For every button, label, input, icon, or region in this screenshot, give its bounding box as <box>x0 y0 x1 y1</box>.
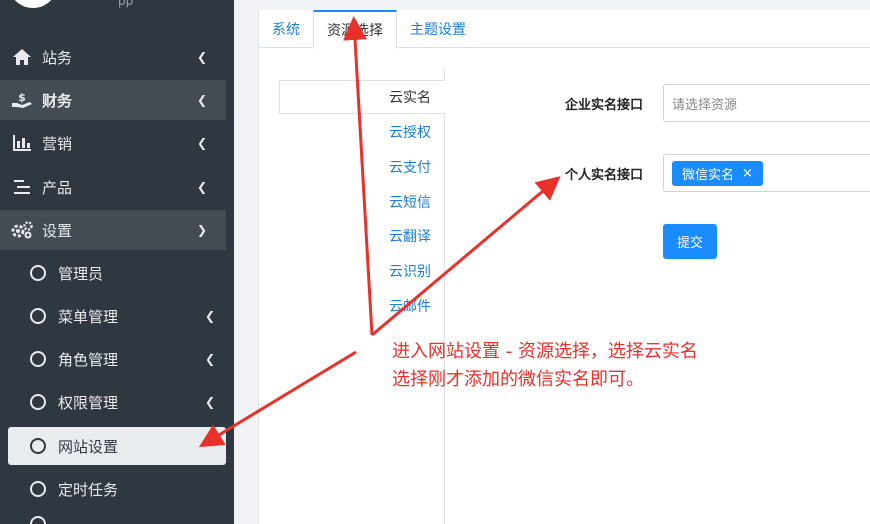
vnav-item-cloud-sms[interactable]: 云短信 <box>389 185 445 219</box>
enterprise-realname-label: 企业实名接口 <box>565 98 644 113</box>
tab-system[interactable]: 系统 <box>259 10 313 48</box>
vnav-item-cloud-pay[interactable]: 云支付 <box>389 150 445 184</box>
circle-icon <box>30 351 46 367</box>
list-icon <box>10 179 34 195</box>
gears-icon <box>10 221 34 239</box>
tab-bar: 系统 资源选择 主题设置 <box>259 10 870 49</box>
vnav-item-cloud-auth[interactable]: 云授权 <box>389 115 445 149</box>
main-panel: 系统 资源选择 主题设置 云实名 云授权 云支付 云短信 云翻译 云识别 云邮件… <box>258 10 870 524</box>
sidebar-item-marketing[interactable]: 营销 ❮ <box>0 123 226 163</box>
chevron-down-icon: ❯ <box>196 223 208 237</box>
sidebar-subitem-label: 定时任务 <box>58 480 119 499</box>
enterprise-realname-select[interactable]: 请选择资源 <box>663 84 870 122</box>
tab-theme-settings[interactable]: 主题设置 <box>397 10 479 48</box>
vnav-item-cloud-translate[interactable]: 云翻译 <box>389 219 445 253</box>
sidebar-item-label: 财务 <box>42 91 73 110</box>
annotation-line-1: 进入网站设置 - 资源选择，选择云实名 <box>392 341 698 362</box>
svg-text:$: $ <box>18 91 26 104</box>
tag-remove-icon[interactable]: × <box>742 166 753 181</box>
sidebar-item-settings[interactable]: 设置 ❯ <box>0 210 226 250</box>
vnav-item-cloud-realname[interactable]: 云实名 <box>279 80 445 114</box>
sidebar-subitem-permissions[interactable]: 权限管理 ❮ <box>8 383 226 421</box>
bar-chart-icon <box>10 135 34 151</box>
sidebar-subitem-admin[interactable]: 管理员 <box>8 254 226 292</box>
sidebar-subitem-menu[interactable]: 菜单管理 ❮ <box>8 297 226 335</box>
app-name: pp <box>118 0 134 8</box>
circle-icon <box>30 516 46 524</box>
circle-icon <box>30 308 46 324</box>
sidebar-subitem-label: 权限管理 <box>58 393 119 412</box>
chevron-left-icon: ❮ <box>204 352 216 366</box>
sidebar-subitem-label: 菜单管理 <box>58 307 119 326</box>
tab-resource-select[interactable]: 资源选择 <box>313 10 397 49</box>
tag-label: 微信实名 <box>682 167 735 183</box>
circle-icon <box>30 438 46 454</box>
circle-icon <box>30 481 46 497</box>
logo <box>8 0 58 8</box>
sidebar-item-label: 产品 <box>42 178 73 197</box>
sidebar-subitem-website[interactable]: 网站设置 <box>8 427 226 465</box>
chevron-left-icon: ❮ <box>204 395 216 409</box>
chevron-left-icon: ❮ <box>196 93 208 107</box>
sidebar-subitem-label: 网站设置 <box>58 437 119 456</box>
submit-button[interactable]: 提交 <box>663 224 717 259</box>
sidebar-item-finance[interactable]: $ 财务 ❮ <box>0 80 226 120</box>
chevron-left-icon: ❮ <box>196 180 208 194</box>
sidebar-item-label: 设置 <box>42 221 73 240</box>
home-icon <box>10 48 34 66</box>
enterprise-select-placeholder: 请选择资源 <box>672 97 738 113</box>
chevron-left-icon: ❮ <box>204 309 216 323</box>
chevron-left-icon: ❮ <box>196 50 208 64</box>
sidebar-subitem-roles[interactable]: 角色管理 ❮ <box>8 340 226 378</box>
annotation-text: 进入网站设置 - 资源选择，选择云实名 选择刚才添加的微信实名即可。 <box>392 338 698 394</box>
sidebar-item-label: 站务 <box>42 48 73 67</box>
circle-icon <box>30 394 46 410</box>
vnav-item-cloud-recognize[interactable]: 云识别 <box>389 254 445 288</box>
personal-realname-label: 个人实名接口 <box>565 168 644 183</box>
sidebar-subitem-label: 管理员 <box>58 264 104 283</box>
sidebar-subitem-cron[interactable]: 定时任务 <box>8 470 226 508</box>
sidebar-item-label: 营销 <box>42 134 73 153</box>
sidebar-subitem-label: 角色管理 <box>58 350 119 369</box>
sidebar: pp 站务 ❮ $ 财务 ❮ 营销 ❮ 产品 ❮ 设置 ❯ 管理员 菜单管理 ❮… <box>0 0 234 524</box>
chevron-left-icon: ❮ <box>196 136 208 150</box>
selected-tag: 微信实名 × <box>672 160 763 186</box>
sidebar-item-site[interactable]: 站务 ❮ <box>0 37 226 77</box>
vnav-item-cloud-mail[interactable]: 云邮件 <box>389 289 445 323</box>
circle-icon <box>30 265 46 281</box>
sidebar-item-product[interactable]: 产品 ❮ <box>0 167 226 207</box>
money-hand-icon: $ <box>10 91 34 109</box>
personal-realname-select[interactable]: 微信实名 × <box>663 154 870 192</box>
annotation-line-2: 选择刚才添加的微信实名即可。 <box>392 369 644 390</box>
